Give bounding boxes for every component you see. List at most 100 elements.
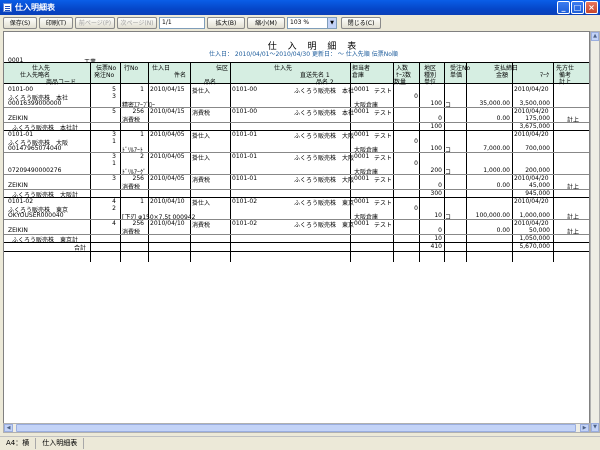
- purchase-date: 2010/04/15: [150, 108, 185, 115]
- quantity: 100: [430, 145, 442, 152]
- unit-price: 7,000.00: [483, 145, 510, 152]
- unit-price: 1,000.00: [483, 167, 510, 174]
- quantity: 0: [438, 182, 442, 189]
- row-code: 0101-00: [8, 86, 34, 93]
- payment-date: 2010/04/20: [514, 198, 549, 205]
- header-cell: 行No: [124, 65, 139, 72]
- page-input[interactable]: 1/1: [159, 16, 205, 29]
- maximize-button[interactable]: □: [571, 1, 584, 14]
- row-code: 00016399000000: [8, 100, 62, 107]
- line-no: 256: [132, 220, 144, 227]
- subtotal-amount: 1,050,000: [519, 235, 550, 242]
- header-cell: 数量: [394, 79, 407, 86]
- header-cell: 単位: [424, 79, 437, 86]
- header-cell: 金額: [496, 72, 509, 79]
- quantity: 200: [430, 167, 442, 174]
- minimize-button[interactable]: _: [557, 1, 570, 14]
- purchase-date: 2010/04/05: [150, 131, 185, 138]
- staff-code: 0001: [354, 175, 370, 182]
- purchase-date: 2010/04/10: [150, 198, 185, 205]
- header-cell: 仕入先: [274, 65, 293, 72]
- quantity: 0: [438, 227, 442, 234]
- row-code: OKYOUSER000040: [8, 212, 64, 219]
- report-name: 仕入明細表: [36, 438, 85, 449]
- close-button[interactable]: 閉じる(C): [341, 16, 381, 29]
- line-no: 256: [132, 175, 144, 182]
- slip-no: 4: [112, 198, 116, 205]
- amount: 3,500,000: [519, 100, 550, 107]
- row-line: [4, 242, 589, 243]
- scroll-down-icon[interactable]: ▼: [591, 423, 599, 432]
- purchase-date: 2010/04/05: [150, 175, 185, 182]
- header-cell: 倉庫: [352, 72, 365, 79]
- quantity: 100: [430, 100, 442, 107]
- supplier-code: 0101-00: [232, 86, 258, 93]
- slip-no: 1: [112, 138, 116, 145]
- quantity: 0: [438, 115, 442, 122]
- toolbar: 保存(S) 印刷(T) 前ページ(P) 次ページ(N) 1/1 拡大(B) 縮小…: [0, 15, 600, 30]
- column-divider: [190, 62, 191, 262]
- subtotal-qty: 300: [430, 190, 442, 197]
- zoom-in-button[interactable]: 拡大(B): [207, 16, 245, 29]
- supplier-name: ふくろう販売株 大阪: [294, 155, 355, 162]
- slip-no: 3: [112, 175, 116, 182]
- staff-code: 0001: [354, 131, 370, 138]
- slip-no: 3: [112, 131, 116, 138]
- column-divider: [553, 62, 554, 262]
- slip-type: 掛仕入: [192, 200, 211, 207]
- supplier-name: ふくろう販売株 本社: [294, 110, 355, 117]
- app-icon: [3, 3, 12, 12]
- close-window-button[interactable]: ×: [585, 1, 598, 14]
- column-divider: [120, 62, 121, 262]
- case-count: 0: [414, 138, 418, 145]
- amount: 175,000: [525, 115, 550, 122]
- header-cell: 商品コード: [46, 79, 77, 86]
- case-count: 0: [414, 93, 418, 100]
- report-viewport[interactable]: 仕 入 明 細 表 仕入日： 2010/04/01～2010/04/30 更新日…: [3, 31, 590, 433]
- row-line: [4, 122, 589, 123]
- line-no: 2: [140, 153, 144, 160]
- unit-price: 0.00: [496, 227, 510, 234]
- zoom-out-button[interactable]: 縮小(M): [247, 16, 285, 29]
- quantity: 10: [434, 212, 442, 219]
- row-code: 0101-01: [8, 131, 34, 138]
- staff-code: 0001: [354, 220, 370, 227]
- scroll-left-icon[interactable]: ◀: [4, 424, 13, 432]
- supplier-code: 0101-02: [232, 220, 258, 227]
- payment-date: 2010/04/20: [514, 108, 549, 115]
- purchase-date: 2010/04/15: [150, 86, 185, 93]
- vertical-scrollbar[interactable]: ▲ ▼: [590, 31, 600, 433]
- header-cell: 品名 2: [316, 79, 334, 86]
- payment-date: 2010/04/20: [514, 220, 549, 227]
- unit-price: 0.00: [496, 182, 510, 189]
- slip-no: 5: [112, 108, 116, 115]
- line-no: 256: [132, 108, 144, 115]
- staff-code: 0001: [354, 153, 370, 160]
- scroll-up-icon[interactable]: ▲: [591, 32, 599, 41]
- slip-type: 掛仕入: [192, 155, 211, 162]
- prev-page-button[interactable]: 前ページ(P): [75, 16, 115, 29]
- header-cell: 仕入日: [152, 65, 171, 72]
- row-line: [4, 234, 589, 235]
- staff-name: テスト: [374, 110, 393, 117]
- horizontal-scrollbar[interactable]: ◀ ▶: [3, 423, 590, 433]
- row-code: 0101-02: [8, 198, 34, 205]
- slip-type: 掛仕入: [192, 88, 211, 95]
- status-bar: A4：横 仕入明細表: [0, 436, 600, 450]
- zoom-select[interactable]: 103 % ▼: [287, 16, 337, 29]
- staff-name: テスト: [374, 88, 393, 95]
- row-code: 07209490000276: [8, 167, 62, 174]
- slip-type: 消費税: [192, 177, 211, 184]
- staff-name: テスト: [374, 222, 393, 229]
- staff-code: 0001: [354, 108, 370, 115]
- column-divider: [512, 62, 513, 262]
- scroll-right-icon[interactable]: ▶: [580, 424, 589, 432]
- subtotal-amount: 945,000: [525, 190, 550, 197]
- staff-code: 0001: [354, 198, 370, 205]
- print-button[interactable]: 印刷(T): [39, 16, 73, 29]
- supplier-name: ふくろう販売株 東京: [294, 222, 355, 229]
- save-button[interactable]: 保存(S): [3, 16, 37, 29]
- line-no: 1: [140, 131, 144, 138]
- next-page-button[interactable]: 次ページ(N): [117, 16, 157, 29]
- scroll-thumb[interactable]: [16, 424, 576, 432]
